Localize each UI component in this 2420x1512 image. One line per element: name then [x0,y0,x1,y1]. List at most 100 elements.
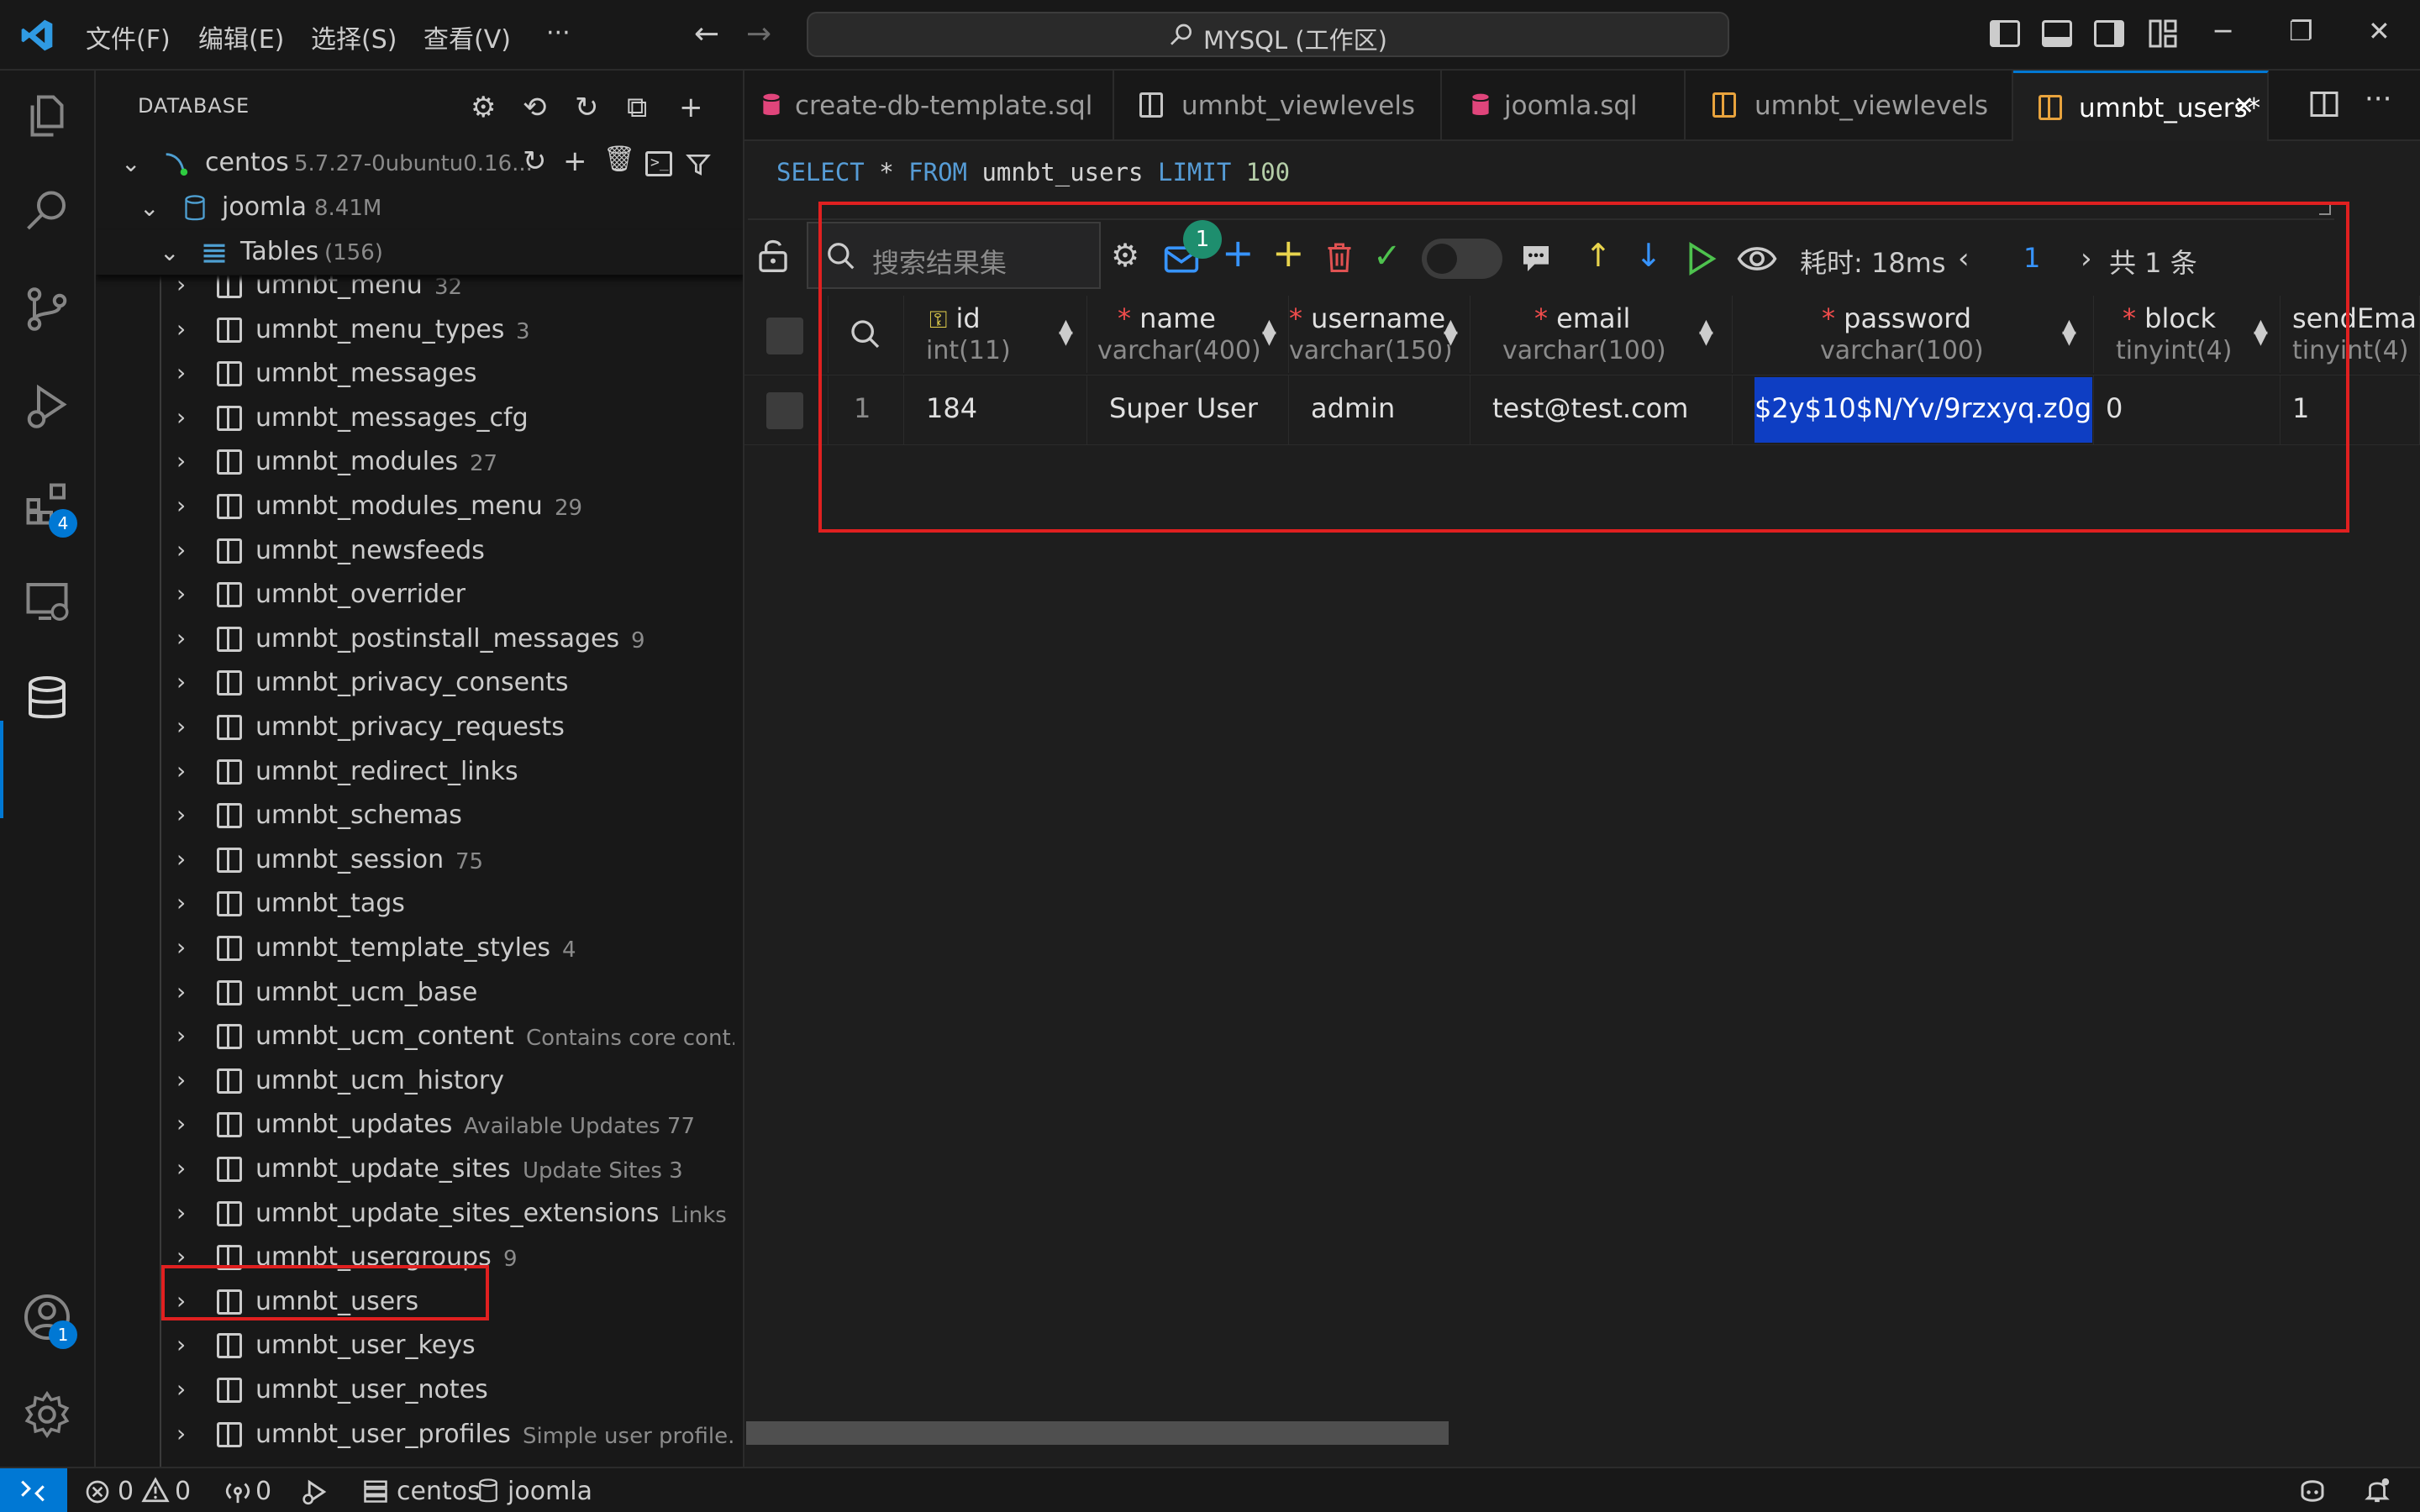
restore-button[interactable]: ❐ [2289,15,2313,47]
warning-icon[interactable] [141,1477,170,1504]
table-node[interactable]: › umnbt_postinstall_messages 9 [96,617,743,662]
remote-explorer-icon[interactable] [22,576,72,627]
database-node[interactable]: ⌄ joomla 8.41M [96,186,743,230]
source-control-icon[interactable] [22,284,72,334]
explorer-icon[interactable] [22,91,72,141]
table-node[interactable]: › umnbt_update_sites Update Sites 3 [96,1147,743,1192]
table-node[interactable]: › umnbt_session 75 [96,838,743,883]
chevron-right-icon[interactable]: › [176,1375,186,1403]
table-node[interactable]: › umnbt_messages [96,352,743,396]
chevron-down-icon[interactable]: ⌄ [139,194,159,222]
table-node[interactable]: › umnbt_user_keys [96,1324,743,1368]
chevron-right-icon[interactable]: › [176,1154,186,1182]
add-connection-icon[interactable]: + [679,91,703,124]
copilot-icon[interactable] [2297,1477,2328,1505]
error-icon[interactable] [84,1478,111,1505]
table-node[interactable]: › umnbt_tags [96,882,743,927]
horizontal-scrollbar[interactable] [746,1421,1449,1445]
history-icon[interactable]: ⟲ [523,91,547,124]
table-node[interactable]: › umnbt_privacy_consents [96,661,743,706]
connection-node[interactable]: ⌄ centos 5.7.27-0ubuntu0.16... ↻ + 🗑 >_ [96,141,743,186]
select-all-checkbox[interactable] [766,318,803,354]
table-node[interactable]: › umnbt_redirect_links [96,750,743,795]
chevron-right-icon[interactable]: › [176,845,186,873]
toggle-panel-icon[interactable] [2042,20,2072,47]
new-query-icon[interactable]: + [563,144,587,178]
chevron-right-icon[interactable]: › [176,1021,186,1049]
table-node[interactable]: › umnbt_user_notes [96,1368,743,1413]
filter-icon[interactable] [684,151,713,178]
chevron-right-icon[interactable]: › [176,889,186,916]
forward-button[interactable]: → [746,17,771,51]
minimize-button[interactable]: ─ [2215,15,2231,47]
chevron-right-icon[interactable]: › [176,447,186,475]
tab-umnbt-viewlevels-2[interactable]: umnbt_viewlevels [1686,71,2013,141]
table-node[interactable]: › umnbt_modules 27 [96,440,743,485]
split-editor-icon[interactable] [2309,89,2339,119]
chevron-right-icon[interactable]: › [176,757,186,785]
terminal-icon[interactable]: >_ [645,151,672,176]
tables-group-node[interactable]: ⌄ Tables (156) [96,230,743,275]
table-node[interactable]: › umnbt_ucm_history [96,1059,743,1104]
ports-count[interactable]: 0 [255,1477,271,1506]
row-checkbox[interactable] [766,392,803,429]
back-button[interactable]: ← [694,17,719,51]
warning-count[interactable]: 0 [175,1477,191,1506]
settings-gear-icon[interactable]: ⚙ [471,91,496,124]
ports-icon[interactable] [224,1477,252,1505]
notifications-bell-icon[interactable] [2363,1475,2391,1505]
refresh-icon[interactable]: ↻ [575,91,599,124]
chevron-right-icon[interactable]: › [176,403,186,431]
chevron-right-icon[interactable]: › [176,1110,186,1137]
chevron-right-icon[interactable]: › [176,712,186,740]
run-debug-icon[interactable] [22,381,72,432]
chevron-right-icon[interactable]: › [176,359,186,386]
table-node[interactable]: › umnbt_schemas [96,794,743,838]
remote-indicator[interactable] [0,1468,67,1512]
toggle-secondary-sidebar-icon[interactable] [2094,20,2124,47]
search-icon[interactable] [22,186,72,237]
chevron-right-icon[interactable]: › [176,801,186,828]
table-node[interactable]: › umnbt_modules_menu 29 [96,485,743,529]
collapse-all-icon[interactable]: ⧉ [627,91,647,124]
customize-layout-icon[interactable] [2148,18,2178,49]
table-node[interactable]: › umnbt_privacy_requests [96,706,743,750]
table-node[interactable]: › umnbt_update_sites_extensions Links ... [96,1192,743,1236]
close-window-button[interactable]: ✕ [2368,15,2391,47]
table-node[interactable]: › umnbt_user_profiles Simple user profile.… [96,1413,743,1457]
chevron-right-icon[interactable]: › [176,315,186,343]
status-connection[interactable]: centos [397,1477,481,1506]
chevron-right-icon[interactable]: › [176,1199,186,1226]
chevron-right-icon[interactable]: › [176,668,186,696]
close-tab-icon[interactable]: ✕ [2233,92,2254,121]
table-node[interactable]: › umnbt_template_styles 4 [96,927,743,971]
chevron-right-icon[interactable]: › [176,1331,186,1358]
table-node[interactable]: › umnbt_messages_cfg [96,396,743,441]
menu-selection[interactable]: 选择(S) [311,18,397,55]
table-node[interactable]: › umnbt_ucm_content Contains core cont... [96,1015,743,1059]
delete-icon[interactable]: 🗑 [603,144,635,174]
chevron-down-icon[interactable]: ⌄ [121,150,140,177]
tab-umnbt-users[interactable]: umnbt_users* ✕ [2013,71,2269,141]
chevron-right-icon[interactable]: › [176,491,186,519]
table-node[interactable]: › umnbt_menu_types 3 [96,308,743,353]
menu-view[interactable]: 查看(V) [424,18,511,55]
menu-file[interactable]: 文件(F) [86,18,171,55]
tab-create-db-template[interactable]: create-db-template.sql [744,71,1114,141]
database-icon[interactable] [22,674,72,724]
table-node[interactable]: › umnbt_overrider [96,573,743,617]
chevron-right-icon[interactable]: › [176,978,186,1005]
manage-gear-icon[interactable] [22,1389,72,1440]
status-database[interactable]: joomla [508,1477,592,1506]
tab-umnbt-viewlevels-1[interactable]: umnbt_viewlevels [1114,71,1442,141]
chevron-right-icon[interactable]: › [176,1066,186,1094]
error-count[interactable]: 0 [118,1477,134,1506]
chevron-down-icon[interactable]: ⌄ [160,239,179,266]
chevron-right-icon[interactable]: › [176,1420,186,1447]
chevron-right-icon[interactable]: › [176,933,186,961]
refresh-connection-icon[interactable]: ↻ [523,144,547,178]
menu-edit[interactable]: 编辑(E) [198,18,284,55]
debug-run-icon[interactable] [299,1478,329,1505]
table-node[interactable]: › umnbt_ucm_base [96,971,743,1016]
sql-query[interactable]: SELECT * FROM umnbt_users LIMIT 100 [776,158,1290,186]
